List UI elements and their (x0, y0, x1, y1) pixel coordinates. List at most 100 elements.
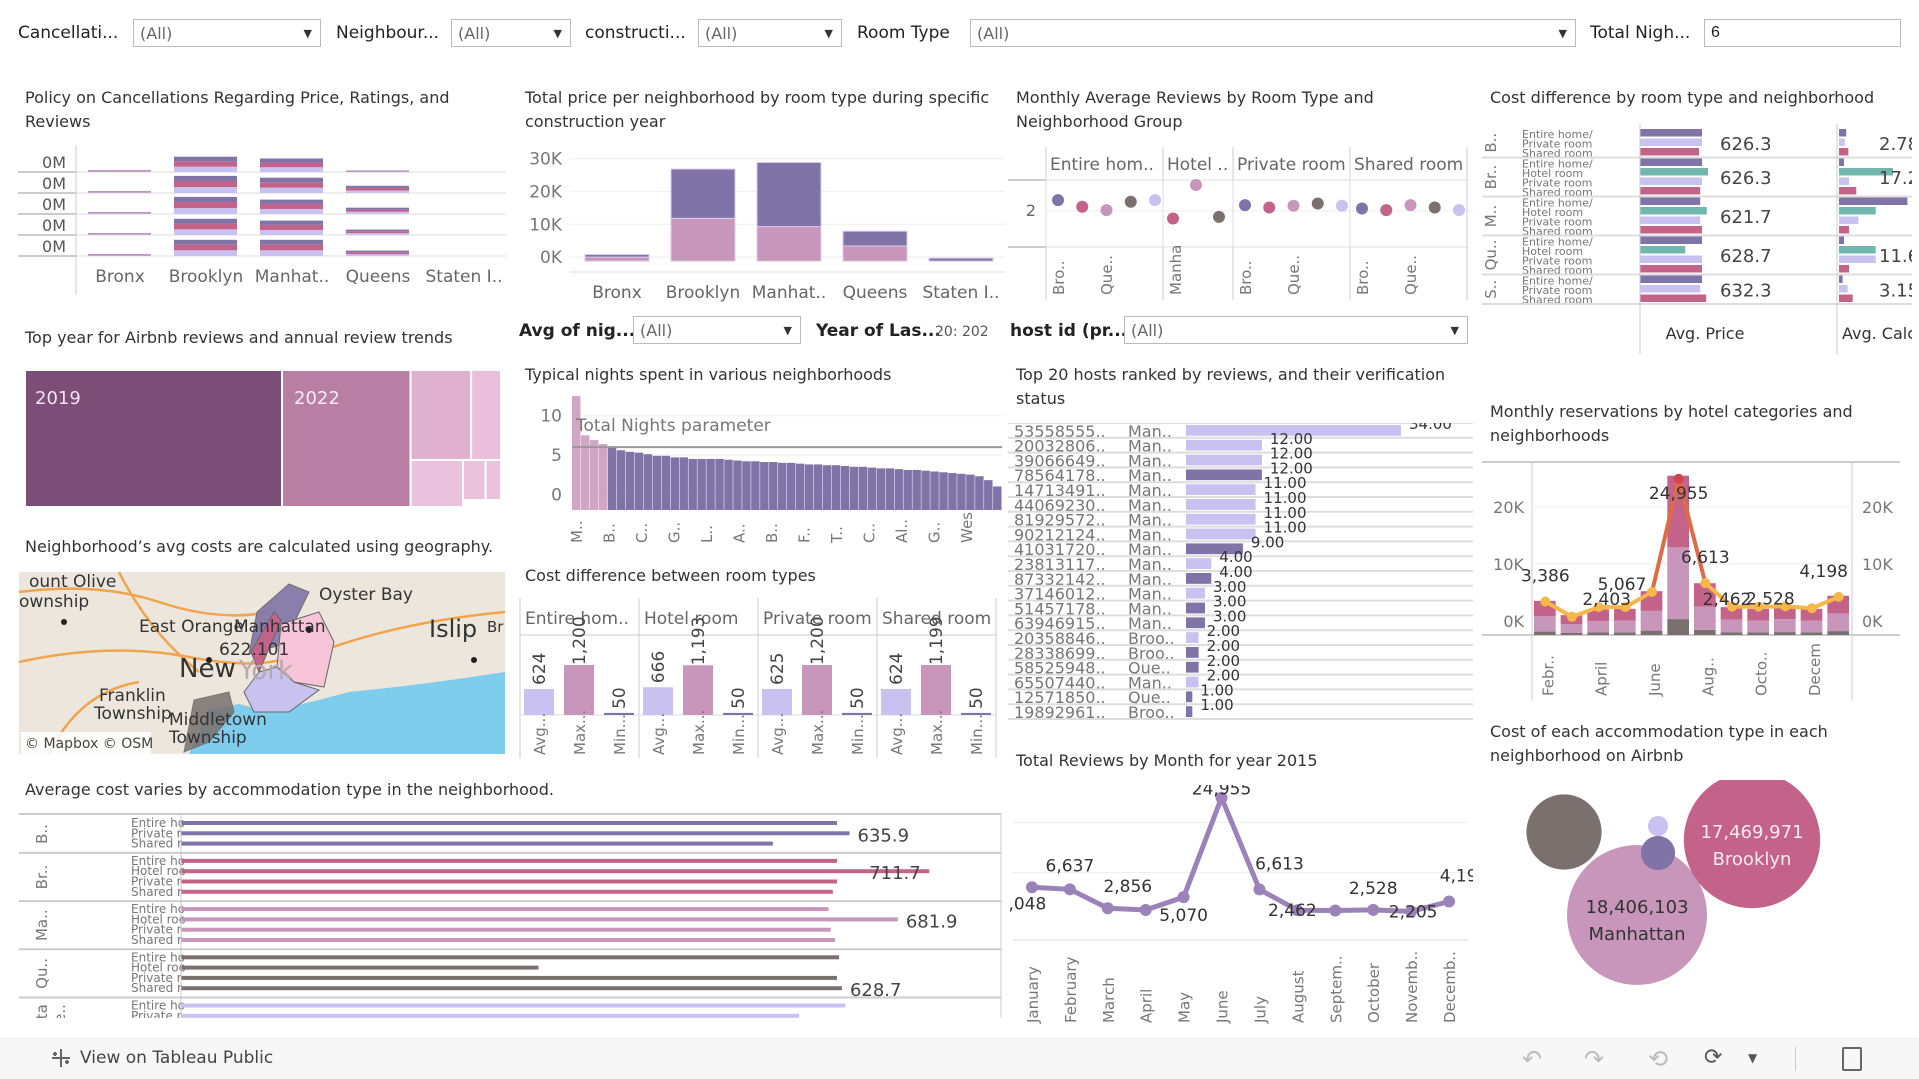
y-tick-label: 10K (529, 215, 563, 235)
price-bar (1640, 177, 1702, 185)
bar-segment (174, 239, 237, 245)
bar-segment (88, 254, 151, 256)
bar (181, 975, 837, 980)
bar-segment (260, 220, 323, 225)
x-tick-label: A.. (731, 523, 749, 543)
fullscreen-icon[interactable] (1842, 1047, 1862, 1071)
bar (670, 457, 679, 510)
bar (912, 469, 921, 510)
bar-segment (1720, 619, 1743, 633)
bar (778, 462, 787, 510)
data-label: 2,528 (1746, 589, 1795, 609)
bar-segment (1560, 624, 1583, 634)
bubble-name-label: Manhattan (1589, 924, 1686, 945)
year-last-filter-label: Year of Las... (816, 321, 941, 341)
x-tick-label: F.. (796, 527, 814, 543)
panel-frame (1232, 179, 1351, 248)
x-tick-label: Decem (1806, 643, 1824, 696)
x-tick-label: April (1593, 662, 1611, 696)
x-tick-label: Avg... (769, 713, 787, 755)
bar-segment (88, 212, 151, 213)
year-last-filter-value[interactable]: 20: 202 (935, 324, 989, 340)
refresh-icon[interactable]: ⟳ (1704, 1045, 1722, 1070)
data-point (1428, 201, 1441, 214)
bubble-name-label: Brooklyn (1713, 849, 1792, 870)
x-tick-label: Max... (809, 710, 827, 755)
group-label: Ma.. (33, 909, 51, 941)
neighborhood-map[interactable]: ount Oliveownship Oyster Bay East OrangeMa… (19, 572, 505, 754)
refresh-dropdown-icon[interactable]: ▼ (1748, 1051, 1757, 1065)
line-point (1443, 895, 1456, 908)
bar (661, 455, 671, 510)
data-label: 2,856 (1103, 877, 1152, 897)
bar-segment (1640, 630, 1663, 635)
bar-segment (1774, 632, 1796, 635)
map-place-label: Islip (429, 615, 477, 643)
map-place-label: East Orange (139, 617, 244, 637)
bar (885, 468, 894, 510)
group-label: te.. (51, 1004, 69, 1018)
x-tick-label: Que.. (1402, 255, 1420, 295)
toolbar-divider (1795, 1047, 1796, 1071)
x-tick-label: Bro.. (1237, 260, 1255, 295)
bar (921, 470, 930, 510)
neighbourhood-filter-label: Neighbour... (336, 23, 440, 43)
undo-icon[interactable]: ↶ (1522, 1045, 1542, 1073)
bar (181, 986, 842, 991)
construction-filter-dropdown[interactable]: (All) ▼ (698, 19, 842, 47)
bar (683, 665, 713, 715)
treemap-tile (484, 459, 501, 501)
row-label: Shared r (131, 981, 182, 995)
neighbourhood-filter-dropdown[interactable]: (All) ▼ (451, 19, 571, 47)
bar-segment (1747, 632, 1769, 635)
map-place-label: York (238, 656, 293, 686)
cancellation-filter-dropdown[interactable]: (All) ▼ (133, 19, 321, 47)
data-label: 5,070 (1159, 906, 1208, 926)
treemap-tile (462, 459, 487, 501)
data-point (1380, 204, 1393, 217)
bar-segment (174, 156, 237, 162)
group-label: B.. (33, 824, 51, 844)
bar-segment (1614, 620, 1636, 633)
bar-segment (346, 170, 409, 172)
redo-icon[interactable]: ↷ (1584, 1045, 1604, 1073)
data-point (1124, 195, 1137, 208)
bar (181, 1003, 846, 1008)
x-tick-label: Octo.. (1753, 652, 1771, 696)
bar-segment (346, 209, 409, 212)
x-tick-label: Que.. (1098, 255, 1116, 295)
tableau-logo-icon (52, 1049, 70, 1067)
group-label: Qu.. (33, 958, 51, 989)
data-point (1287, 199, 1300, 212)
total-price-chart-title: Total price per neighborhood by room typ… (525, 88, 990, 131)
x-tick-label: Max... (928, 710, 946, 755)
bar (762, 688, 792, 715)
line-point (1673, 473, 1684, 484)
bar (876, 468, 886, 510)
bar-segment (1560, 633, 1583, 635)
bar (607, 446, 617, 510)
data-label: 50 (729, 687, 749, 709)
bar-segment (756, 226, 822, 262)
data-point (1404, 199, 1417, 212)
x-tick-label: G.. (666, 522, 684, 543)
bar-segment (1694, 606, 1716, 630)
bar-segment (260, 224, 323, 230)
bar-segment (174, 229, 237, 235)
reviews-2015-title: Total Reviews by Month for year 2015 (1016, 751, 1318, 770)
map-place-label: Oyster Bay (319, 585, 413, 605)
x-tick-label: B.. (763, 523, 781, 543)
map-attribution: © Mapbox © OSM (25, 736, 153, 752)
data-label: 2,528 (1349, 879, 1398, 899)
x-tick-label: July (1251, 996, 1269, 1024)
avg-nights-filter-dropdown[interactable]: (All) ▼ (633, 316, 801, 344)
view-on-tableau-link[interactable]: View on Tableau Public (50, 1047, 273, 1069)
total-nights-input[interactable] (1704, 19, 1901, 47)
x-tick-label: Min... (730, 714, 748, 755)
x-tick-label: Wes (958, 512, 976, 543)
host-id-filter-dropdown[interactable]: (All) ▼ (1124, 316, 1468, 344)
revert-icon[interactable]: ⟲ (1648, 1045, 1668, 1073)
room-type-filter-dropdown[interactable]: (All) ▼ (970, 19, 1576, 47)
x-tick-label: Manha (1167, 245, 1185, 295)
bar (795, 463, 805, 510)
